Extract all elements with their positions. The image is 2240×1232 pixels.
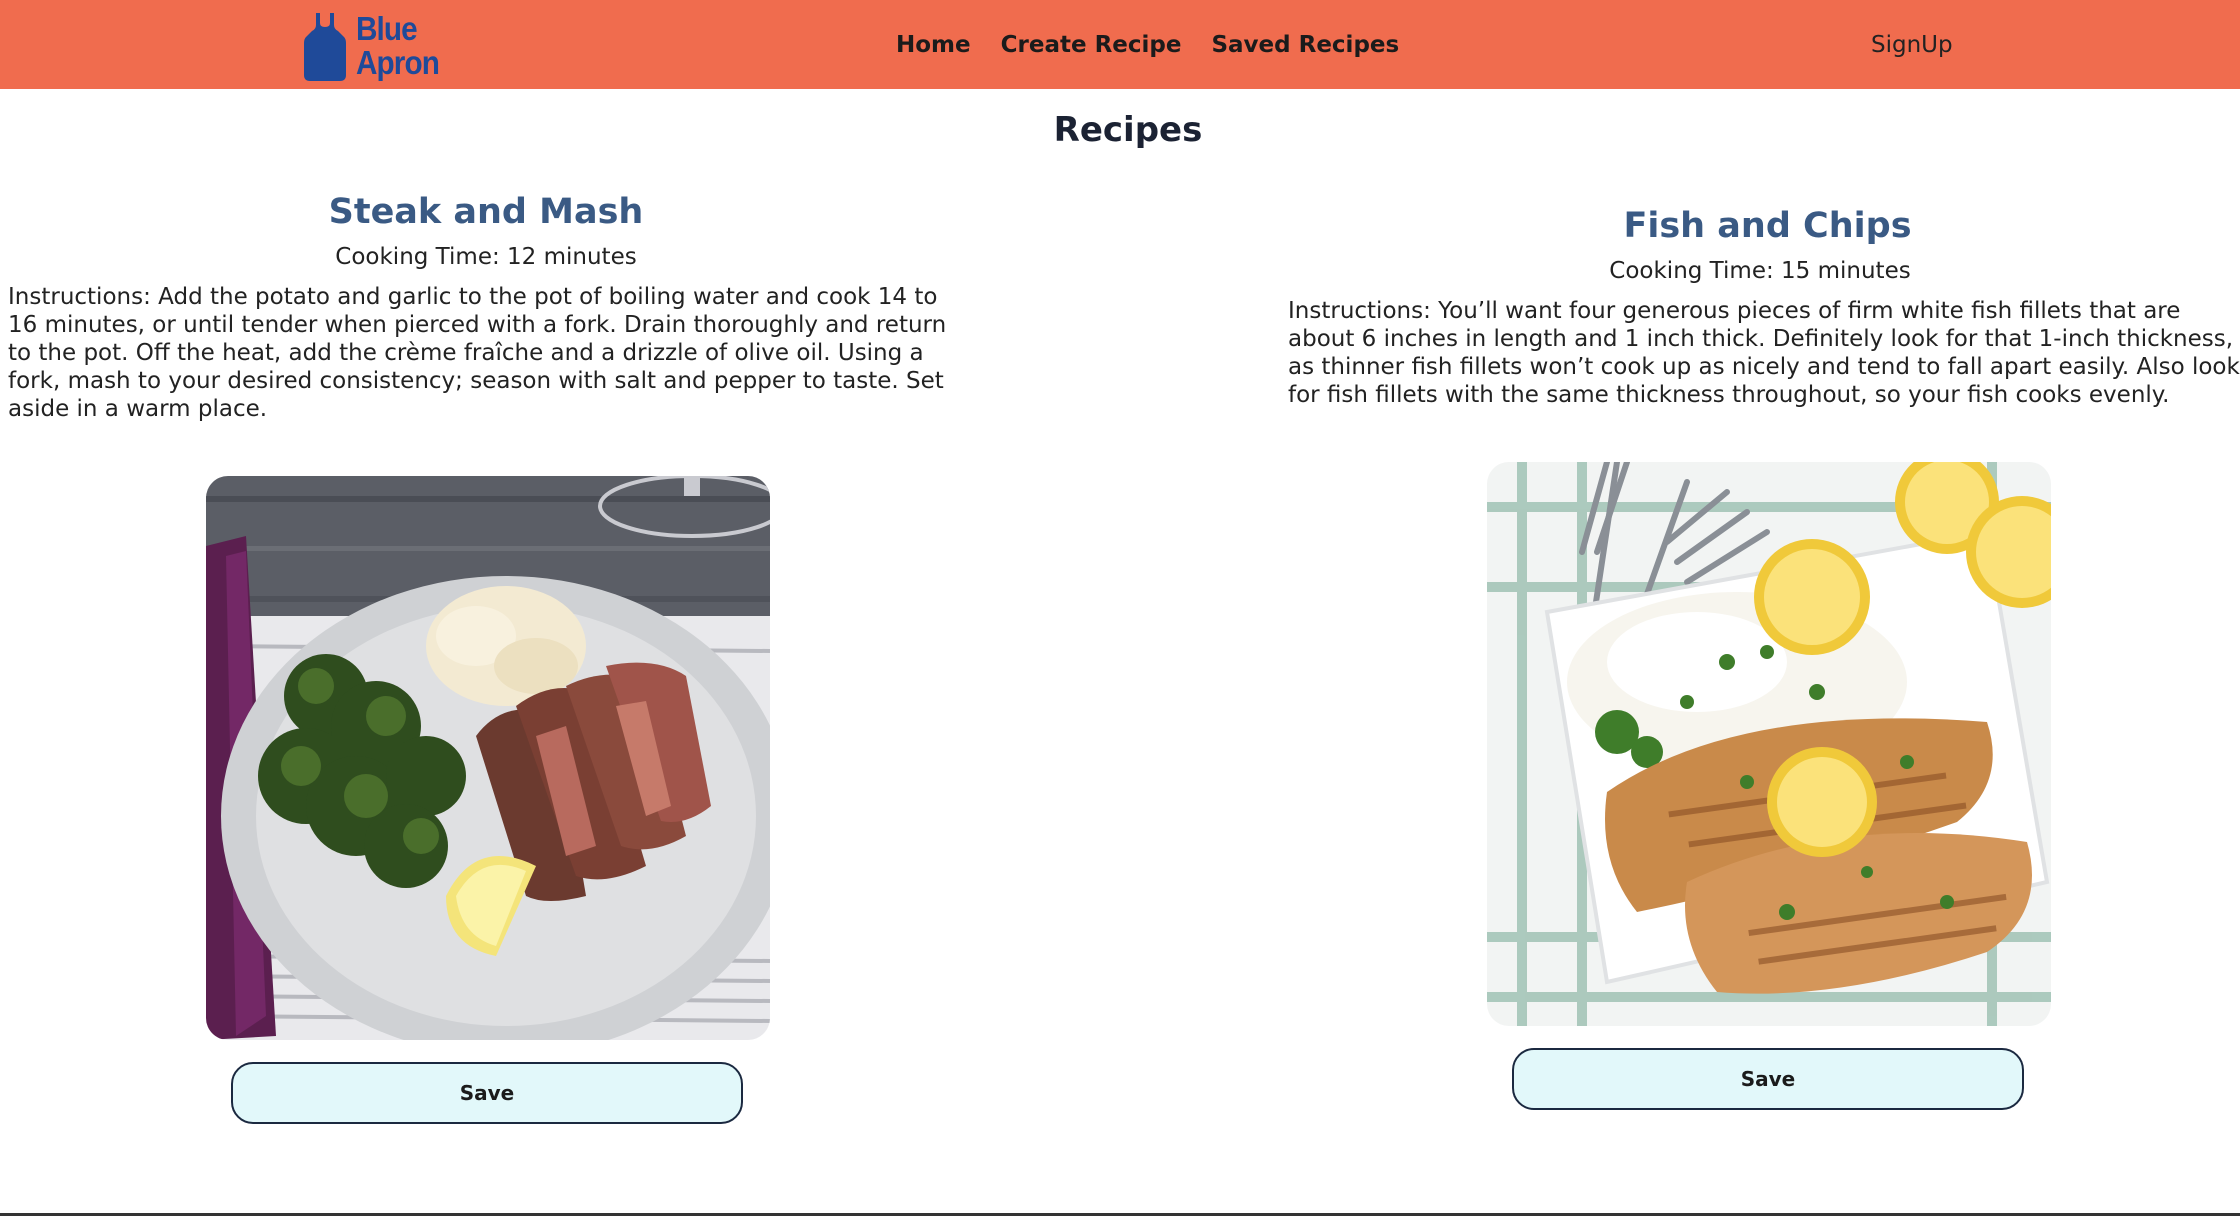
cooking-time: Cooking Time: 15 minutes [1609, 258, 1911, 284]
recipe-card: Fish and Chips Cooking Time: 15 minutes … [1280, 202, 2240, 1110]
brand-name: Blue Apron [356, 10, 440, 81]
footer-divider [0, 1213, 2240, 1216]
signup-link[interactable]: SignUp [1871, 0, 1953, 89]
recipe-title: Steak and Mash [328, 192, 644, 232]
apron-icon [304, 13, 346, 81]
save-button[interactable]: Save [1512, 1048, 2024, 1110]
page-title: Recipes [1053, 110, 1203, 150]
save-button[interactable]: Save [231, 1062, 743, 1124]
cooking-time: Cooking Time: 12 minutes [335, 244, 637, 270]
recipe-instructions: Instructions: You’ll want four generous … [1288, 298, 2240, 408]
nav-links: Home Create Recipe Saved Recipes [896, 0, 1399, 89]
navbar: Blue Apron Home Create Recipe Saved Reci… [0, 0, 2240, 89]
blue-apron-logo[interactable]: Blue Apron [302, 8, 442, 84]
brand-line-1: Blue [356, 10, 418, 47]
recipe-title: Fish and Chips [1623, 206, 1912, 246]
nav-saved-recipes-link[interactable]: Saved Recipes [1211, 32, 1399, 58]
nav-create-recipe-link[interactable]: Create Recipe [1001, 32, 1182, 58]
brand-line-2: Apron [356, 44, 440, 81]
recipe-photo-steak [206, 476, 770, 1040]
nav-home-link[interactable]: Home [896, 32, 971, 58]
recipe-instructions: Instructions: Add the potato and garlic … [8, 284, 947, 422]
recipe-photo-fish [1487, 462, 2051, 1026]
recipe-card: Steak and Mash Cooking Time: 12 minutes … [0, 188, 972, 1124]
